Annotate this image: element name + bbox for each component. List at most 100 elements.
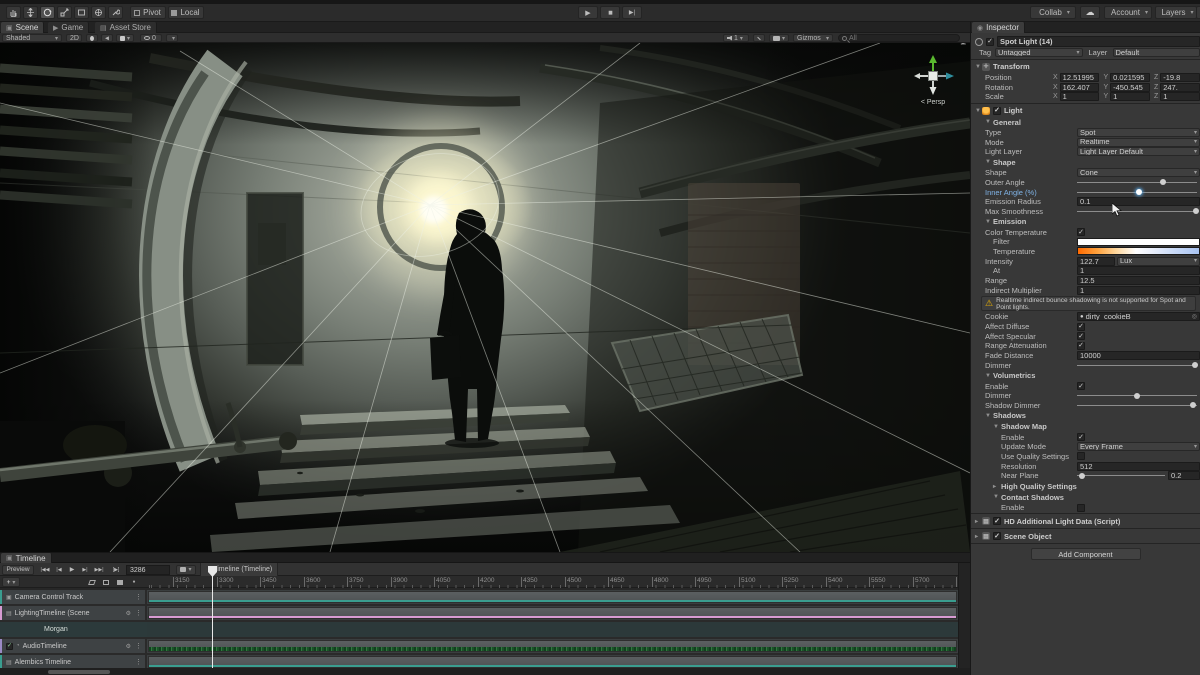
outer-angle-slider[interactable] (1077, 178, 1197, 187)
pause-button[interactable]: ▮▮ (600, 6, 620, 19)
effects-dropdown[interactable]: ▾ (116, 34, 134, 42)
audio-toggle[interactable]: ▶ (101, 34, 113, 42)
track-lane[interactable] (147, 639, 958, 653)
camera-settings-dropdown[interactable]: ▾ (769, 34, 789, 42)
resolution-field[interactable]: 512 (1077, 462, 1200, 471)
near-plane-field[interactable]: 0.2 (1168, 471, 1200, 480)
volumetrics-enable-checkbox[interactable]: ✓ (1077, 382, 1085, 390)
gameobject-gizmo-icon[interactable] (975, 38, 983, 46)
color-temperature-checkbox[interactable]: ✓ (1077, 228, 1085, 236)
play-timeline-button[interactable]: ▶ (66, 565, 78, 575)
max-smoothness-slider[interactable] (1077, 207, 1197, 216)
gameobject-name-field[interactable]: Spot Light (14) (997, 36, 1200, 47)
track-menu-icon[interactable]: ⋮ (135, 658, 142, 666)
camera-clip[interactable] (148, 591, 957, 603)
light-component-header[interactable]: ▼ ✓ Light (971, 105, 1200, 117)
transform-component-header[interactable]: ▼ ✛ Transform (971, 61, 1200, 73)
lighting-clip[interactable] (148, 607, 957, 619)
current-frame-field[interactable]: 3286 (126, 565, 170, 575)
rotation-x-field[interactable]: 162.407 (1060, 83, 1100, 92)
rotate-tool-button[interactable] (40, 6, 55, 19)
go-to-end-button[interactable]: ▶▶| (92, 565, 106, 575)
tag-dropdown[interactable]: Untagged ▾ (995, 48, 1083, 57)
timeline-asset-dropdown[interactable]: ▾ (176, 565, 196, 575)
emission-radius-field[interactable]: 0.1 (1077, 197, 1200, 206)
playhead-line[interactable] (212, 566, 213, 668)
track-lane[interactable] (147, 590, 958, 604)
transform-tool-button[interactable] (91, 6, 106, 19)
scale-y-field[interactable]: 1 (1110, 92, 1150, 101)
custom-tool-button[interactable] (108, 6, 123, 19)
move-tool-button[interactable] (23, 6, 38, 19)
filter-color-field[interactable] (1077, 238, 1200, 246)
shape-section-header[interactable]: ▼ Shape (971, 157, 1200, 168)
scale-tool-button[interactable] (57, 6, 72, 19)
affect-specular-checkbox[interactable]: ✓ (1077, 332, 1085, 340)
component-tools-button[interactable] (753, 34, 765, 42)
add-track-button[interactable]: +▾ (2, 577, 20, 587)
hd-light-data-header[interactable]: ▸ ▤ ✓ HD Additional Light Data (Script) (971, 515, 1200, 527)
lock-icon[interactable]: ▣ (960, 43, 966, 46)
rotation-y-field[interactable]: -450.545 (1110, 83, 1150, 92)
tab-game[interactable]: ▶ Game (48, 22, 89, 33)
track-header[interactable]: ▣ Camera Control Track ⋮ (0, 590, 145, 604)
audio-mute-dropdown[interactable]: 1 ▾ (723, 34, 749, 42)
shadow-map-header[interactable]: ▼ Shadow Map (971, 421, 1200, 432)
scale-x-field[interactable]: 1 (1060, 92, 1100, 101)
volumetrics-section-header[interactable]: ▼ Volumetrics (971, 370, 1200, 381)
scene-search-input[interactable]: All (838, 34, 960, 42)
play-button[interactable]: ▶ (578, 6, 598, 19)
temperature-gradient-slider[interactable] (1077, 247, 1200, 255)
shadow-enable-checkbox[interactable]: ✓ (1077, 433, 1085, 441)
shadow-dimmer-slider[interactable] (1077, 401, 1197, 410)
range-attenuation-checkbox[interactable]: ✓ (1077, 342, 1085, 350)
scene-visibility-toggle[interactable]: 0 (140, 34, 162, 42)
hd-data-checkbox[interactable]: ✓ (993, 517, 1001, 525)
scene-object-checkbox[interactable]: ✓ (993, 532, 1001, 540)
timeline-hscrollbar[interactable] (0, 668, 970, 675)
gizmos-dropdown[interactable]: Gizmos ▾ (793, 34, 833, 42)
dimmer-slider[interactable] (1077, 361, 1197, 370)
tab-inspector[interactable]: ◉ Inspector (972, 22, 1025, 33)
play-range-button[interactable]: [▶] (109, 565, 123, 575)
tab-scene[interactable]: ▣ Scene (1, 22, 44, 33)
track-menu-icon[interactable]: ⋮ (135, 593, 142, 601)
contact-shadows-header[interactable]: ▼ Contact Shadows (971, 492, 1200, 503)
go-to-start-button[interactable]: |◀◀ (38, 565, 52, 575)
indirect-multiplier-field[interactable]: 1 (1077, 286, 1200, 295)
volumetrics-dimmer-slider[interactable] (1077, 391, 1197, 400)
layers-dropdown[interactable]: Layers ▾ (1155, 6, 1197, 19)
ripple-mode-button[interactable] (100, 577, 112, 587)
light-enabled-checkbox[interactable]: ✓ (993, 107, 1001, 115)
track-header[interactable]: ✓ ◔ AudioTimeline ⚙ ⋮ (0, 639, 145, 653)
track-menu-icon[interactable]: ⋮ (135, 609, 142, 617)
affect-diffuse-checkbox[interactable]: ✓ (1077, 323, 1085, 331)
track-menu-icon[interactable]: ⋮ (135, 642, 142, 650)
group-lane[interactable] (147, 622, 958, 637)
track-header[interactable]: ▤ LightingTimeline (Scene ⚙ ⋮ (0, 606, 145, 620)
preview-toggle-button[interactable]: Preview (2, 565, 34, 575)
timeline-ruler[interactable]: 3150 3300 3450 3600 3750 3900 4050 4200 … (147, 576, 958, 588)
contact-enable-checkbox[interactable] (1077, 504, 1085, 512)
position-x-field[interactable]: 12.51995 (1060, 73, 1100, 82)
2d-toggle[interactable]: 2D (66, 34, 82, 42)
hscroll-thumb[interactable] (48, 670, 110, 674)
rotation-z-field[interactable]: 247. (1160, 83, 1200, 92)
marker-toggle-button[interactable]: ● (128, 577, 140, 587)
gear-icon[interactable]: ⚙ (126, 643, 131, 650)
object-picker-icon[interactable]: ◎ (1192, 313, 1197, 320)
inner-angle-slider[interactable] (1077, 188, 1197, 197)
use-quality-checkbox[interactable] (1077, 452, 1085, 460)
at-field[interactable]: 1 (1077, 266, 1200, 275)
light-layer-dropdown[interactable]: Light Layer Default▾ (1077, 147, 1200, 156)
next-frame-button[interactable]: ▶| (79, 565, 91, 575)
gear-icon[interactable]: ⚙ (126, 610, 131, 617)
intensity-field[interactable]: 122.7 (1077, 257, 1115, 266)
grid-dropdown[interactable]: ▾ (166, 34, 178, 42)
mix-mode-button[interactable] (86, 577, 98, 587)
type-dropdown[interactable]: Spot▾ (1077, 128, 1200, 137)
fade-distance-field[interactable]: 10000 (1077, 351, 1200, 360)
shape-dropdown[interactable]: Cone▾ (1077, 168, 1200, 177)
track-header[interactable]: ▤ Alembics Timeline ⋮ (0, 655, 145, 669)
position-y-field[interactable]: 0.021595 (1110, 73, 1150, 82)
